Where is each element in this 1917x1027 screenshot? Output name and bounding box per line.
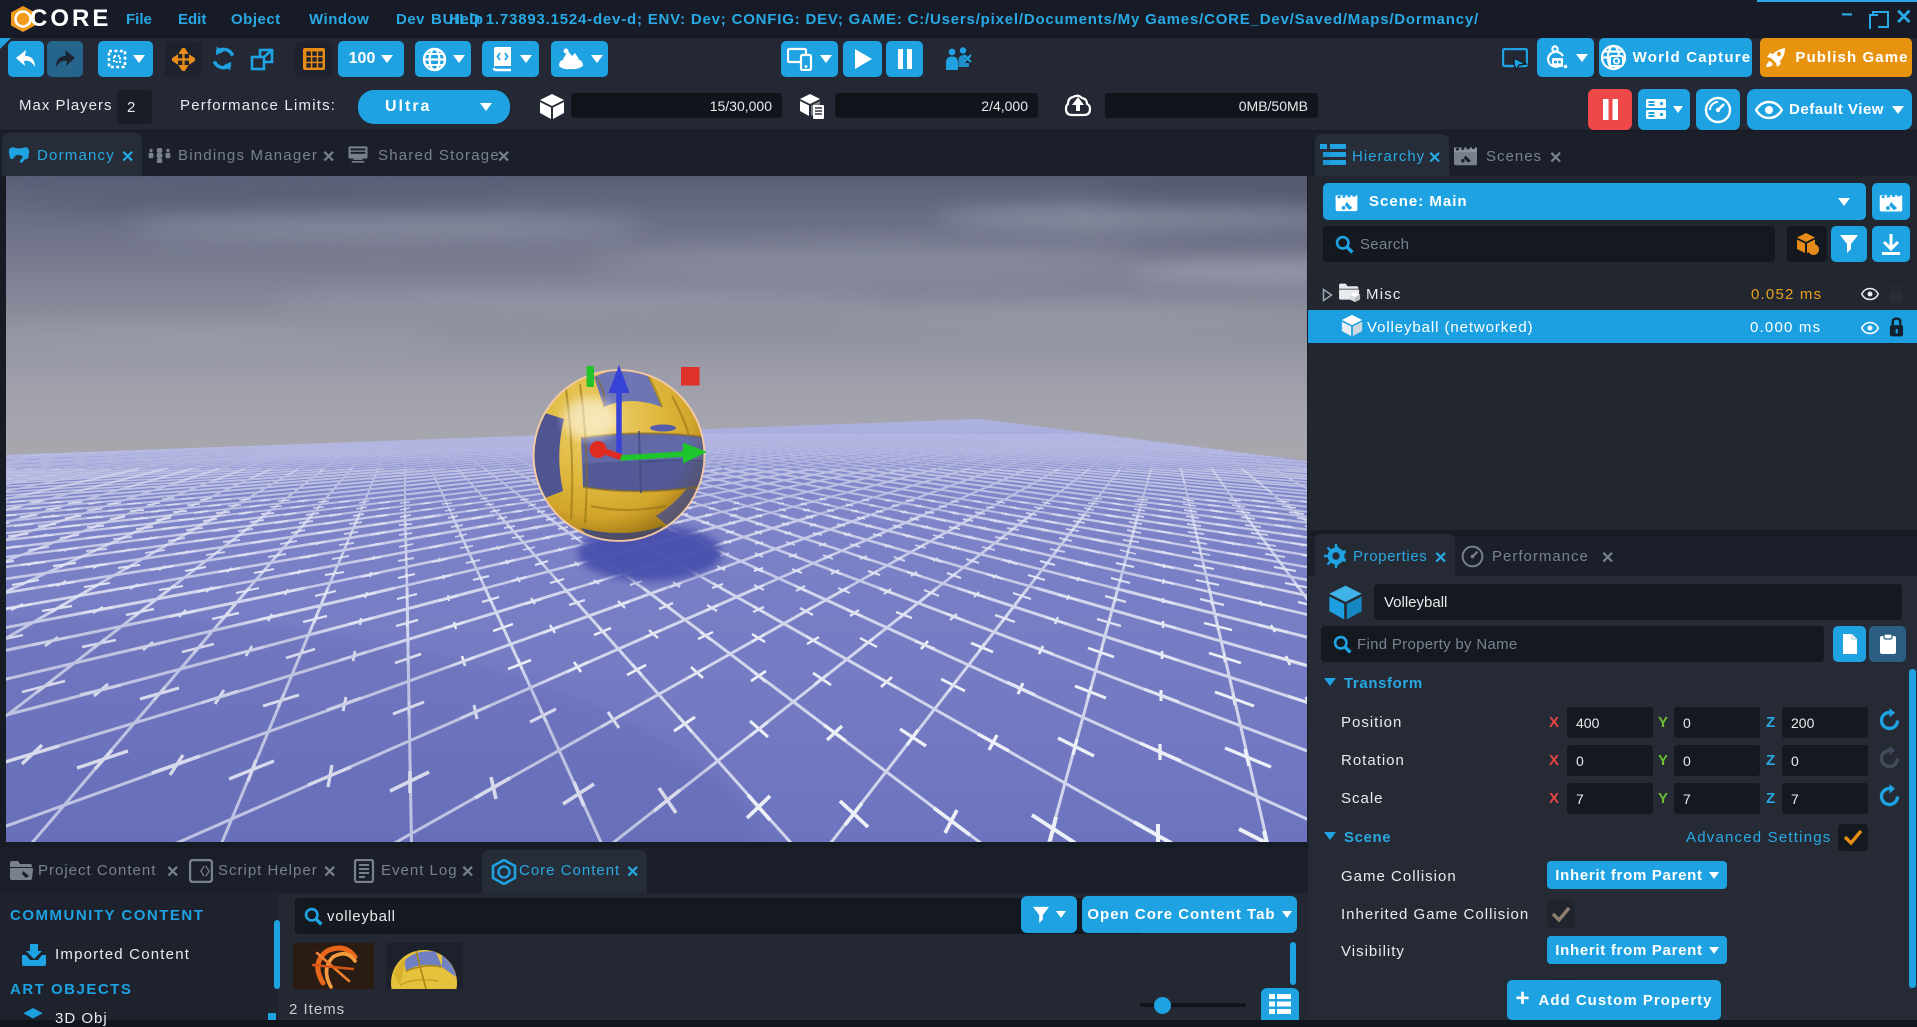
svg-text:〈〉: 〈〉 (194, 865, 213, 878)
